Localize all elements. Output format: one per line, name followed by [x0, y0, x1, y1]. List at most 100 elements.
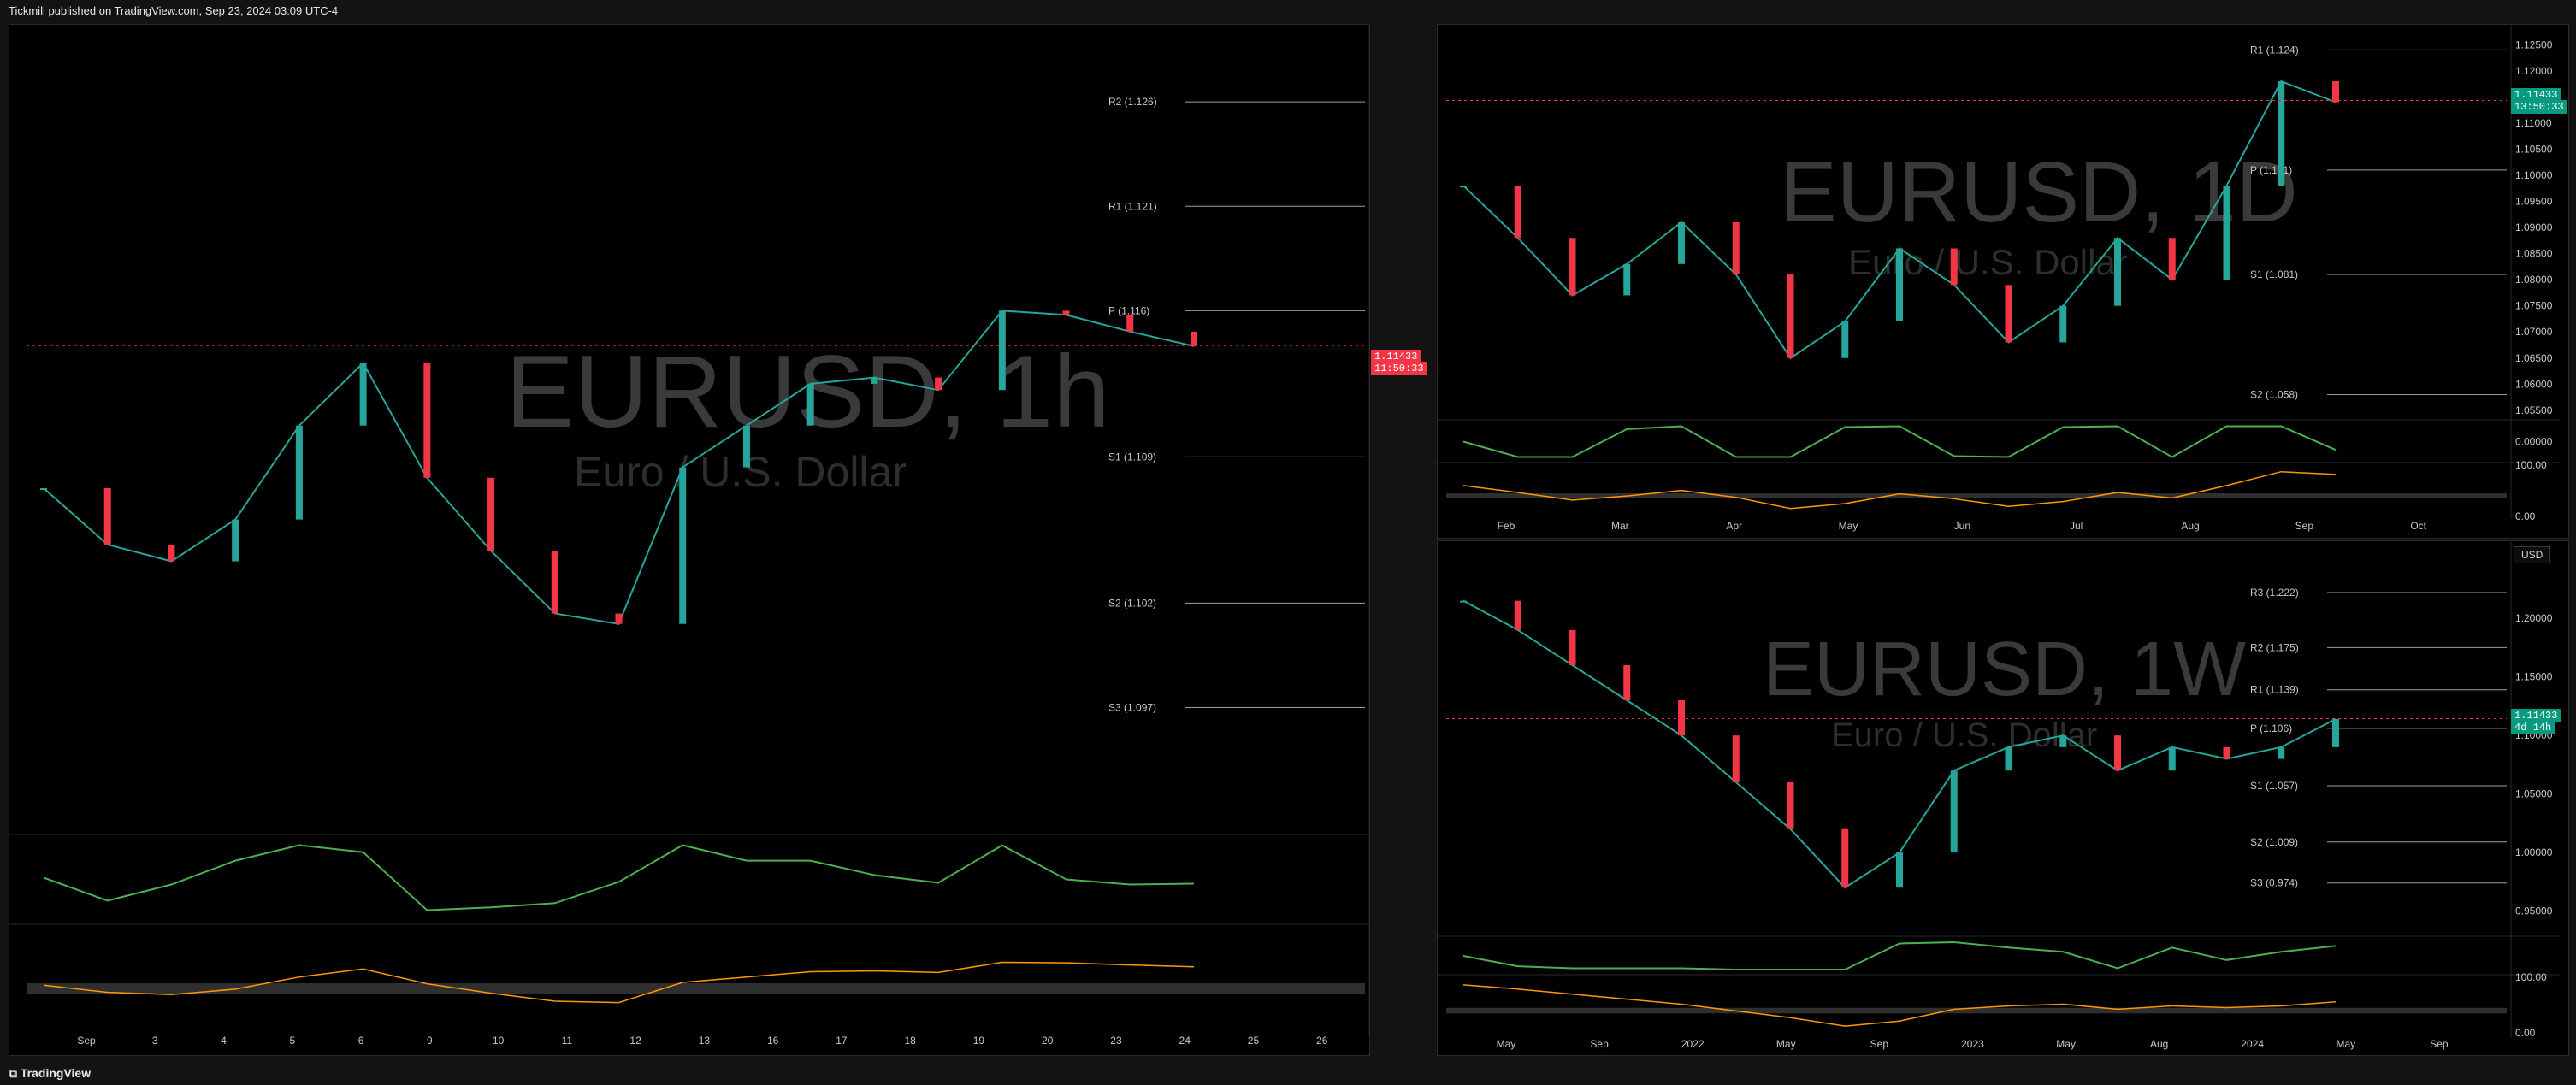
- price-candle: [1678, 700, 1685, 736]
- price-scale-label: 1.08000: [2515, 274, 2553, 286]
- pivot-level-label: S2 (1.009): [2250, 836, 2298, 848]
- chart-weekly-svg[interactable]: EURUSD, 1W Euro / U.S. Dollar 1.20000 1.150…: [1438, 541, 2568, 1055]
- price-candle: [2223, 746, 2230, 759]
- time-axis-label: Sep: [2295, 520, 2314, 532]
- price-candle: [742, 425, 750, 468]
- price-candle: [2168, 746, 2176, 771]
- price-candle: [1841, 828, 1849, 888]
- price-candle: [1896, 248, 1903, 321]
- time-axis-label: Feb: [1498, 520, 1515, 532]
- time-axis-label: 19: [973, 1035, 985, 1047]
- price-candle: [2059, 305, 2067, 343]
- price-scale-label: 1.06000: [2515, 378, 2553, 390]
- symbol-watermark: EURUSD, 1W: [1763, 627, 2246, 712]
- time-axis-label: Aug: [2181, 520, 2199, 532]
- weekly-countdown-badge: 4d 14h: [2511, 721, 2555, 734]
- symbol-watermark-sub: Euro / U.S. Dollar: [1831, 716, 2097, 754]
- stochastic-scale-label: 0.00: [2515, 1027, 2536, 1039]
- price-candle: [935, 377, 942, 391]
- stochastic-band: [27, 983, 1365, 994]
- price-candle: [551, 551, 558, 614]
- time-axis-label: Sep: [1590, 1038, 1609, 1050]
- price-candle: [2005, 285, 2012, 343]
- time-axis-label: May: [1497, 1038, 1516, 1050]
- price-scale-label: 1.09500: [2515, 196, 2553, 208]
- pivot-level-label: S2 (1.058): [2250, 389, 2298, 401]
- price-candle: [1787, 274, 1794, 358]
- chart-hourly-svg[interactable]: EURUSD, 1hEuro / U.S. Dollar1.128001.126…: [9, 25, 1369, 1055]
- price-candle: [1460, 186, 1467, 188]
- price-candle: [2223, 186, 2230, 280]
- price-scale-label: 1.12000: [2515, 65, 2553, 77]
- publisher-text: Tickmill published on TradingView.com, S…: [9, 4, 339, 17]
- price-candle: [806, 383, 814, 426]
- price-candle: [423, 363, 431, 478]
- momentum-oscillator-line: [1462, 425, 2337, 458]
- footer-brand: TradingView: [20, 1066, 92, 1080]
- time-axis-label: 26: [1316, 1035, 1328, 1047]
- time-axis-label: May: [1839, 520, 1858, 532]
- momentum-oscillator-line: [43, 844, 1195, 911]
- daily-countdown-badge: 13:50:33: [2511, 100, 2567, 114]
- time-axis-label: 18: [904, 1035, 916, 1047]
- price-candle: [1569, 629, 1576, 665]
- time-axis-label: 23: [1110, 1035, 1122, 1047]
- oscillator-scale-label: 0.00000: [2515, 436, 2553, 448]
- price-candle: [2278, 746, 2285, 759]
- time-axis-label: 2022: [1681, 1038, 1705, 1050]
- price-candle: [1787, 781, 1794, 829]
- price-candle: [2114, 735, 2121, 771]
- pivot-level-label: R2 (1.175): [2250, 641, 2299, 653]
- price-candle: [168, 544, 175, 562]
- price-candle: [1896, 852, 1903, 888]
- time-axis-label: Sep: [2430, 1038, 2449, 1050]
- pivot-level-label: S3 (0.974): [2250, 877, 2298, 889]
- price-candle: [1623, 263, 1631, 296]
- price-scale-label: 0.95000: [2515, 905, 2553, 917]
- price-candle: [487, 477, 495, 551]
- price-candle: [40, 488, 47, 491]
- momentum-oscillator-line: [1462, 941, 2337, 970]
- pivot-level-label: P (1.106): [2250, 722, 2292, 734]
- price-candle: [998, 310, 1006, 391]
- time-axis-label: Mar: [1611, 520, 1629, 532]
- time-axis-label: 17: [836, 1035, 848, 1047]
- price-candle: [1732, 735, 1740, 782]
- price-candle: [1460, 600, 1467, 603]
- price-candle: [2059, 735, 2067, 747]
- tradingview-logo: ⧉ TradingView: [9, 1066, 91, 1081]
- price-candle: [1569, 238, 1576, 296]
- price-scale-label: 1.00000: [2515, 846, 2553, 858]
- price-scale-label: 1.12500: [2515, 38, 2553, 50]
- footer-bar: ⧉ TradingView: [0, 1060, 2576, 1085]
- time-axis-label: 4: [221, 1035, 227, 1047]
- chart-daily-svg[interactable]: EURUSD, 1DEuro / U.S. Dollar1.125001.120…: [1438, 25, 2568, 538]
- price-candle: [1126, 315, 1134, 332]
- chart-panel-hourly[interactable]: EURUSD, 1hEuro / U.S. Dollar1.128001.126…: [9, 24, 1427, 1056]
- time-axis-label: Jun: [1954, 520, 1970, 532]
- time-axis-label: 6: [358, 1035, 364, 1047]
- price-candle: [1950, 248, 1958, 286]
- time-axis-label: May: [1776, 1038, 1796, 1050]
- price-scale-label: 1.10000: [2515, 169, 2553, 181]
- time-axis-label: 5: [289, 1035, 295, 1047]
- price-candle: [2005, 746, 2012, 771]
- currency-button[interactable]: USD: [2514, 546, 2551, 563]
- price-candle: [871, 377, 878, 384]
- tradingview-logo-icon: ⧉: [9, 1066, 21, 1080]
- pivot-level-label: R1 (1.124): [2250, 44, 2299, 56]
- chart-panel-weekly[interactable]: EURUSD, 1W Euro / U.S. Dollar 1.20000 1.150…: [1437, 540, 2569, 1056]
- price-candle: [2114, 238, 2121, 306]
- price-scale-label: 1.20000: [2515, 612, 2553, 624]
- time-axis-label: 16: [767, 1035, 779, 1047]
- price-candle: [1191, 331, 1197, 346]
- price-candle: [295, 425, 303, 520]
- price-candle: [1841, 321, 1849, 358]
- chart-panel-daily[interactable]: EURUSD, 1D Euro / U.S. Dollar 1.12500 1.120…: [1437, 24, 2569, 539]
- price-scale-label: 1.11000: [2515, 117, 2552, 129]
- pivot-level-label: S1 (1.057): [2250, 780, 2298, 792]
- price-candle: [679, 467, 687, 624]
- stochastic-line: [1462, 984, 2337, 1027]
- price-candle: [1950, 770, 1958, 853]
- price-candle: [1678, 221, 1685, 264]
